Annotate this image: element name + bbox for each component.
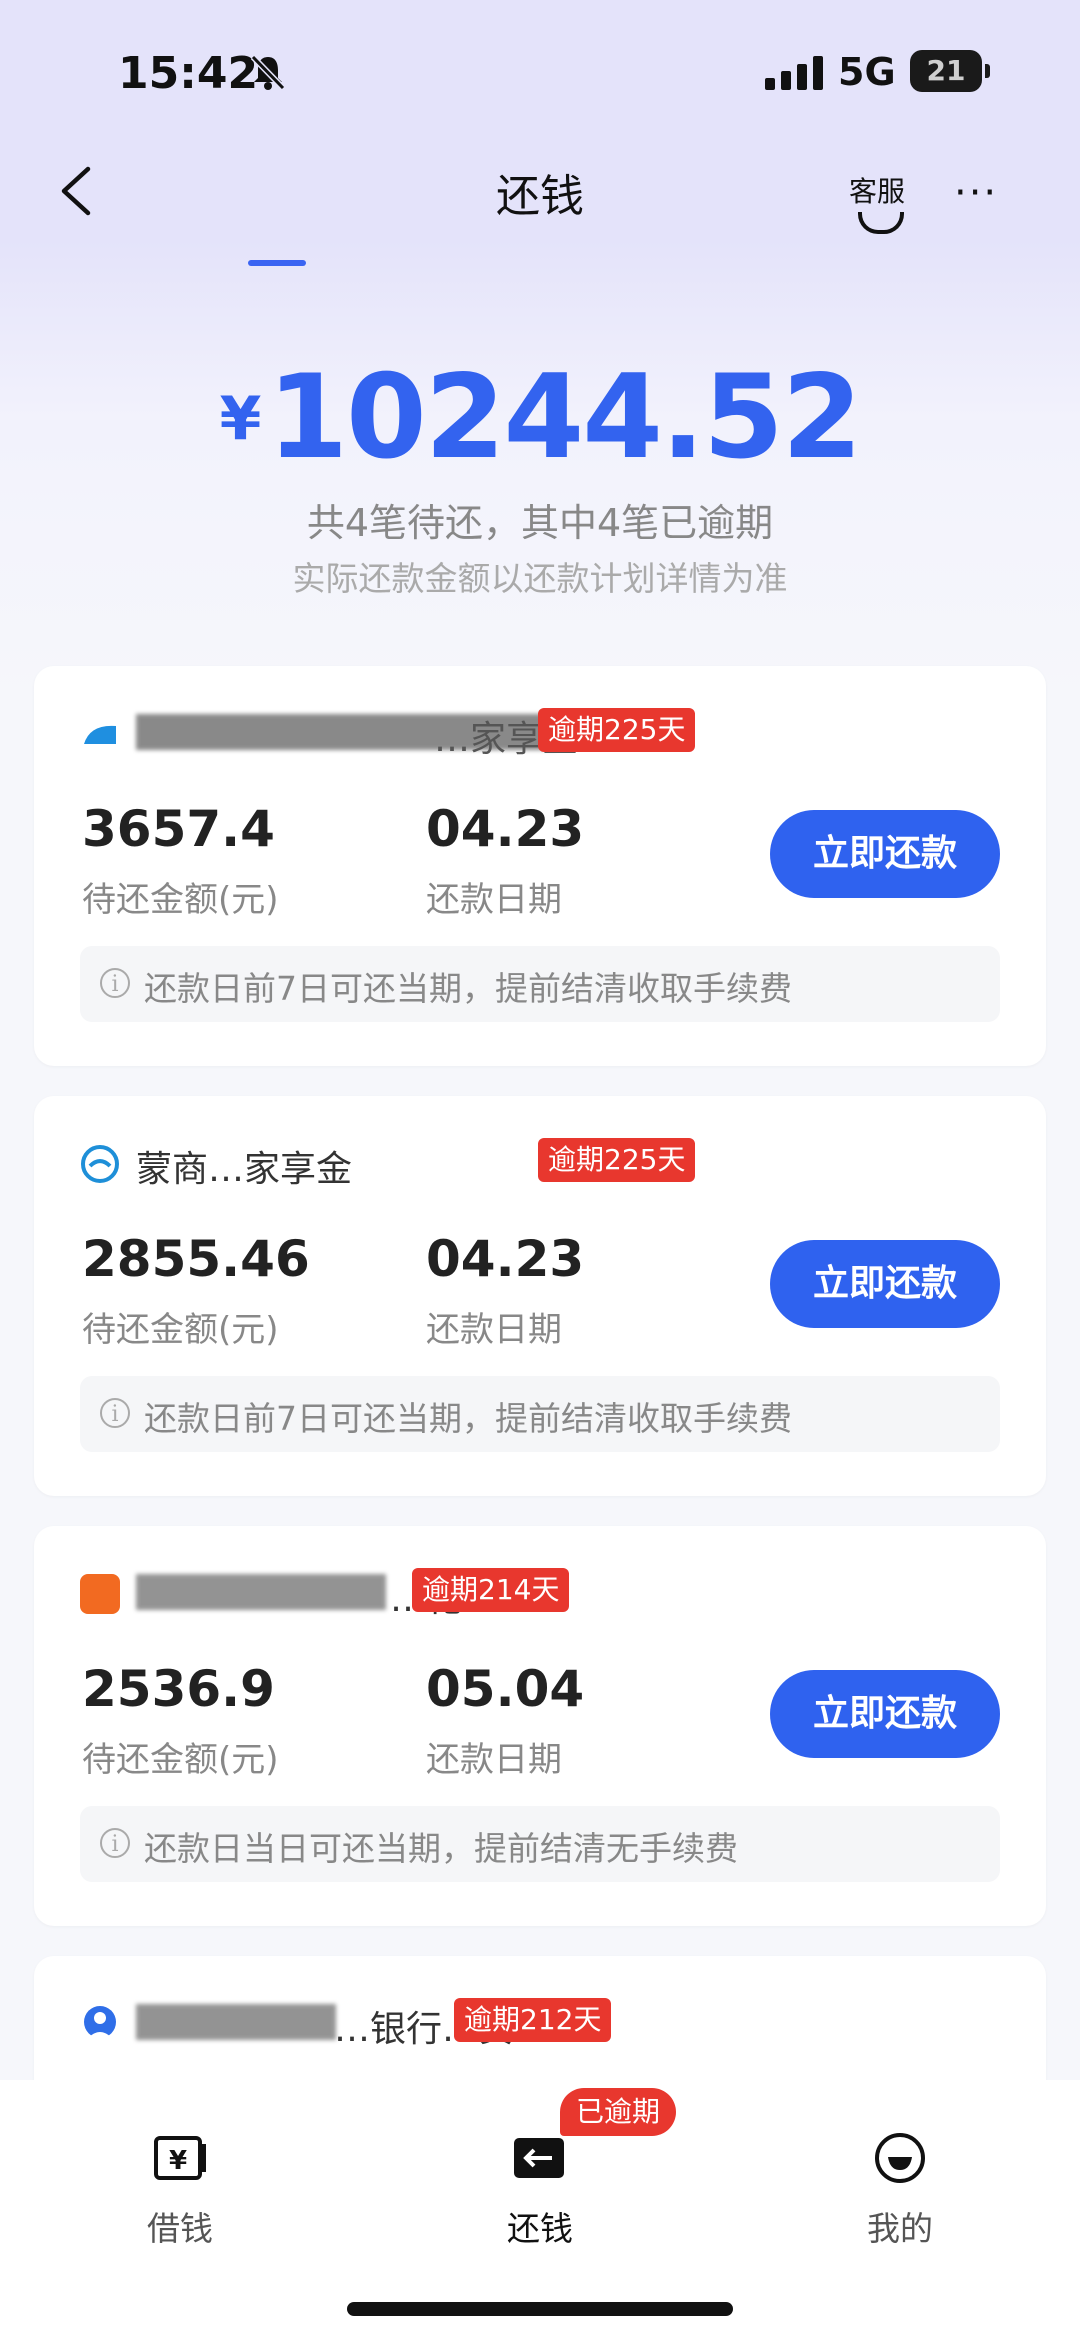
due-date-label: 还款日期	[426, 1310, 562, 1350]
due-amount-label: 待还金额(元)	[82, 880, 279, 920]
lender-logo-icon	[80, 1574, 120, 1614]
signal-icon	[765, 56, 823, 90]
headset-icon	[858, 212, 904, 234]
loan-card: …花 逾期214天 2536.9 待还金额(元) 05.04 还款日期 立即还款…	[34, 1526, 1046, 1926]
total-amount-value: 10244.52	[267, 350, 862, 485]
loan-card: …家享金 逾期225天 3657.4 待还金额(元) 04.23 还款日期 立即…	[34, 666, 1046, 1066]
due-date-label: 还款日期	[426, 880, 562, 920]
repay-tip-text: 还款日当日可还当期，提前结清无手续费	[144, 1829, 738, 1868]
amount-note: 实际还款金额以还款计划详情为准	[292, 559, 788, 598]
due-amount: 3657.4	[82, 800, 275, 858]
smiley-icon	[875, 2133, 925, 2183]
battery-level: 21	[926, 54, 966, 87]
tab-mine-label: 我的	[867, 2209, 933, 2248]
total-amount: ¥10244.52	[0, 350, 1080, 485]
repay-tip: i 还款日前7日可还当期，提前结清收取手续费	[80, 1376, 1000, 1452]
tab-borrow[interactable]: ¥ 借钱	[90, 2110, 270, 2250]
info-icon: i	[100, 1398, 130, 1428]
lender-name: 蒙商…家享金	[136, 1149, 353, 1190]
repay-now-button[interactable]: 立即还款	[770, 810, 1000, 898]
network-type: 5G	[838, 50, 896, 94]
due-date: 05.04	[426, 1660, 585, 1718]
due-date: 04.23	[426, 1230, 585, 1288]
repay-tip: i 还款日当日可还当期，提前结清无手续费	[80, 1806, 1000, 1882]
due-amount: 2855.46	[82, 1230, 310, 1288]
due-amount-label: 待还金额(元)	[82, 1740, 279, 1780]
lender-logo-icon	[84, 2006, 116, 2038]
tab-borrow-label: 借钱	[147, 2209, 213, 2248]
repay-tip-text: 还款日前7日可还当期，提前结清收取手续费	[144, 1399, 792, 1438]
repay-now-button[interactable]: 立即还款	[770, 1240, 1000, 1328]
battery-icon: 21	[910, 50, 990, 92]
tab-mine[interactable]: 我的	[810, 2110, 990, 2250]
overdue-badge: 逾期225天	[538, 1138, 696, 1182]
repay-arrow-icon	[514, 2138, 564, 2178]
lender-logo-icon	[81, 1145, 119, 1183]
svg-text:¥: ¥	[169, 2146, 187, 2176]
more-options-button[interactable]: ···	[954, 170, 1004, 216]
overdue-badge: 逾期214天	[412, 1568, 570, 1612]
info-icon: i	[100, 1828, 130, 1858]
customer-service-button[interactable]: 客服	[846, 170, 908, 240]
customer-service-label: 客服	[848, 175, 905, 208]
redacted-name	[136, 1574, 386, 1610]
status-bar: 15:42 5G 21	[0, 0, 1080, 150]
overdue-badge: 逾期225天	[538, 708, 696, 752]
redacted-name	[136, 2004, 336, 2040]
overdue-tag: 已逾期	[560, 2088, 677, 2136]
overdue-summary: 共4笔待还，其中4笔已逾期	[306, 501, 774, 545]
home-indicator[interactable]	[347, 2302, 733, 2316]
active-tab-indicator	[248, 260, 306, 266]
due-date-label: 还款日期	[426, 1740, 562, 1780]
page-title: 还钱	[496, 171, 584, 222]
currency-symbol: ¥	[219, 384, 262, 454]
repay-tip: i 还款日前7日可还当期，提前结清收取手续费	[80, 946, 1000, 1022]
due-amount-label: 待还金额(元)	[82, 1310, 279, 1350]
due-date: 04.23	[426, 800, 585, 858]
tab-repay-label: 还钱	[507, 2209, 573, 2248]
info-icon: i	[100, 968, 130, 998]
repay-tip-text: 还款日前7日可还当期，提前结清收取手续费	[144, 969, 792, 1008]
yen-card-icon: ¥	[154, 2136, 206, 2180]
mute-bell-icon	[250, 54, 286, 91]
due-amount: 2536.9	[82, 1660, 275, 1718]
lender-logo-icon	[84, 725, 116, 744]
overdue-badge: 逾期212天	[454, 1998, 612, 2042]
repay-now-button[interactable]: 立即还款	[770, 1670, 1000, 1758]
loan-card: 蒙商…家享金 逾期225天 2855.46 待还金额(元) 04.23 还款日期…	[34, 1096, 1046, 1496]
status-time: 15:42	[118, 48, 259, 99]
